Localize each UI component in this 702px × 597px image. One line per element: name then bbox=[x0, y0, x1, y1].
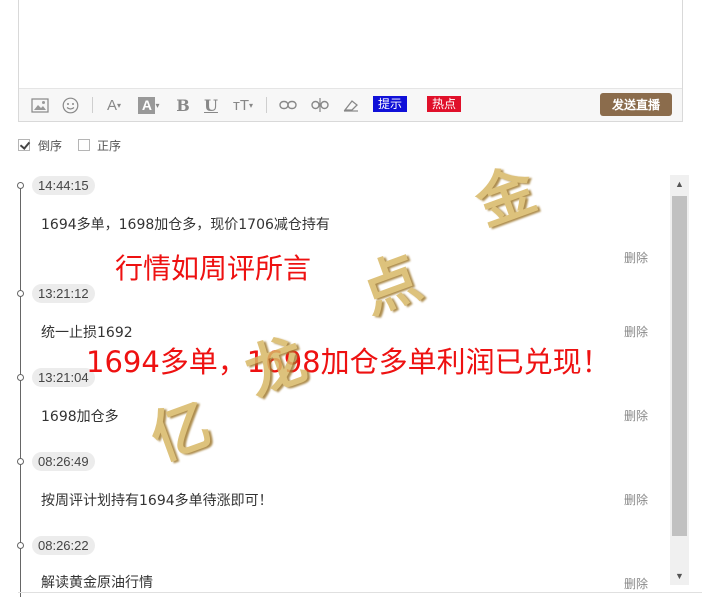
delete-button[interactable]: 删除 bbox=[624, 407, 648, 424]
forward-order-checkbox[interactable] bbox=[78, 139, 90, 151]
live-editor: A ▾ A ▾ B U тT ▾ 提示 热点 发送直播 bbox=[18, 0, 683, 122]
background-color-icon[interactable]: A ▾ bbox=[136, 96, 162, 114]
entry-time: 13:21:12 bbox=[32, 284, 95, 303]
entry-time: 14:44:15 bbox=[32, 176, 95, 195]
timeline-scrollbar[interactable]: ▲ ▼ bbox=[670, 175, 689, 585]
delete-button[interactable]: 删除 bbox=[624, 249, 648, 266]
timeline-dot bbox=[17, 182, 24, 189]
panel-bottom-border bbox=[18, 592, 702, 593]
entry-text: 按周评计划持有1694多单待涨即可！ bbox=[41, 493, 273, 509]
timeline-dot bbox=[17, 374, 24, 381]
live-timeline: 14:44:15 1694多单，1698加仓多，现价1706减仓持有 删除 13… bbox=[0, 170, 670, 597]
reverse-order-checkbox[interactable] bbox=[18, 139, 30, 151]
timeline-dot bbox=[17, 542, 24, 549]
toolbar-divider bbox=[266, 97, 267, 113]
toolbar-divider bbox=[92, 97, 93, 113]
timeline-line bbox=[20, 184, 21, 597]
entry-text: 1694多单，1698加仓多，现价1706减仓持有 bbox=[41, 217, 330, 233]
entry-time: 08:26:49 bbox=[32, 452, 95, 471]
editor-text-area[interactable] bbox=[19, 0, 682, 88]
font-color-icon[interactable]: A ▾ bbox=[104, 96, 124, 114]
tip-tag-button[interactable]: 提示 bbox=[373, 96, 408, 112]
entry-text: 解读黄金原油行情 bbox=[41, 575, 153, 591]
delete-button[interactable]: 删除 bbox=[624, 575, 648, 592]
scroll-down-arrow-icon[interactable]: ▼ bbox=[670, 567, 689, 585]
font-size-icon[interactable]: тT ▾ bbox=[231, 96, 255, 114]
overlay-annotation-2: 1694多单，1698加仓多单利润已兑现！ bbox=[86, 345, 611, 379]
image-icon[interactable] bbox=[31, 96, 49, 114]
hot-tag-button[interactable]: 热点 bbox=[427, 96, 462, 112]
timeline-dot bbox=[17, 458, 24, 465]
bold-icon[interactable]: B bbox=[175, 96, 191, 115]
scroll-up-arrow-icon[interactable]: ▲ bbox=[670, 175, 689, 193]
eraser-icon[interactable] bbox=[341, 96, 361, 114]
editor-toolbar: A ▾ A ▾ B U тT ▾ 提示 热点 发送直播 bbox=[19, 88, 682, 121]
delete-button[interactable]: 删除 bbox=[624, 491, 648, 508]
entry-text: 1698加仓多 bbox=[41, 409, 119, 425]
scrollbar-thumb[interactable] bbox=[672, 196, 687, 536]
entry-time: 08:26:22 bbox=[32, 536, 95, 555]
forward-order-label[interactable]: 正序 bbox=[97, 137, 121, 154]
send-live-button[interactable]: 发送直播 bbox=[600, 93, 672, 116]
underline-icon[interactable]: U bbox=[203, 96, 219, 115]
reverse-order-label[interactable]: 倒序 bbox=[38, 137, 62, 154]
timeline-dot bbox=[17, 290, 24, 297]
unlink-icon[interactable] bbox=[310, 96, 330, 114]
delete-button[interactable]: 删除 bbox=[624, 323, 648, 340]
link-icon[interactable] bbox=[278, 96, 298, 114]
overlay-annotation-1: 行情如周评所言 bbox=[115, 252, 312, 285]
emoji-icon[interactable] bbox=[61, 96, 79, 114]
